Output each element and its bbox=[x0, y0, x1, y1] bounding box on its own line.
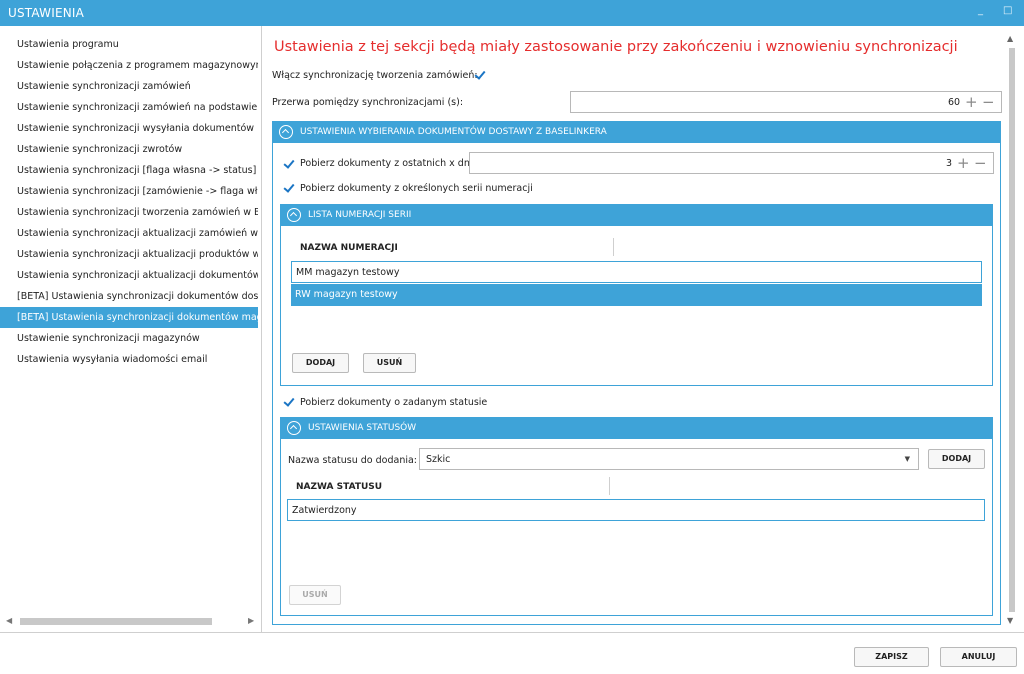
nav-item-document-update-sync[interactable]: Ustawienia synchronizacji aktualizacji d… bbox=[0, 265, 258, 286]
scroll-down-icon[interactable]: ▼ bbox=[1007, 616, 1013, 625]
title-bar: USTAWIENIA _ □ bbox=[0, 0, 1024, 26]
section-headline: Ustawienia z tej sekcji będą miały zasto… bbox=[274, 39, 958, 55]
table-row[interactable]: Zatwierdzony bbox=[287, 499, 985, 521]
scrollbar-thumb[interactable] bbox=[1009, 48, 1015, 612]
status-select-value[interactable]: Szkic bbox=[426, 454, 450, 465]
scroll-right-icon[interactable]: ▶ bbox=[248, 616, 254, 625]
column-divider bbox=[613, 238, 614, 256]
nav-item-order-flag-sync[interactable]: Ustawienia synchronizacji [zamówienie ->… bbox=[0, 181, 258, 202]
last-days-value[interactable]: 3 bbox=[946, 158, 952, 169]
collapse-icon[interactable] bbox=[279, 125, 293, 139]
add-status-button[interactable]: DODAJ bbox=[928, 449, 985, 469]
enable-sync-label: Włącz synchronizację tworzenia zamówień: bbox=[272, 70, 478, 81]
minus-icon[interactable]: − bbox=[974, 154, 987, 172]
last-days-checkbox[interactable] bbox=[282, 157, 296, 171]
plus-icon[interactable]: + bbox=[965, 93, 978, 111]
series-list-title: LISTA NUMERACJI SERII bbox=[308, 210, 412, 220]
last-days-stepper[interactable]: 3 + − bbox=[469, 152, 994, 174]
main-vertical-scrollbar[interactable]: ▲ ▼ bbox=[1005, 34, 1019, 626]
nav-item-product-update-sync[interactable]: Ustawienia synchronizacji aktualizacji p… bbox=[0, 244, 258, 265]
scroll-up-icon[interactable]: ▲ bbox=[1007, 34, 1013, 43]
status-section-header[interactable]: USTAWIENIA STATUSÓW bbox=[280, 417, 993, 439]
status-checkbox[interactable] bbox=[282, 395, 296, 409]
add-series-button[interactable]: DODAJ bbox=[292, 353, 349, 373]
collapse-icon[interactable] bbox=[287, 208, 301, 222]
nav-item-email-sending[interactable]: Ustawienia wysyłania wiadomości email bbox=[0, 349, 258, 370]
window-title: USTAWIENIA bbox=[8, 6, 85, 20]
nav-item-flag-status-sync[interactable]: Ustawienia synchronizacji [flaga własna … bbox=[0, 160, 258, 181]
series-label: Pobierz dokumenty z określonych serii nu… bbox=[300, 183, 533, 194]
cancel-button[interactable]: ANULUJ bbox=[940, 647, 1017, 667]
last-days-label: Pobierz dokumenty z ostatnich x dni bbox=[300, 158, 473, 169]
series-column-header[interactable]: NAZWA NUMERACJI bbox=[300, 243, 398, 253]
minimize-icon[interactable]: _ bbox=[978, 5, 983, 16]
nav-item-warehouse-connection[interactable]: Ustawienie połączenia z programem magazy… bbox=[0, 55, 258, 76]
status-column-header[interactable]: NAZWA STATUSU bbox=[296, 482, 382, 492]
nav-item-beta-delivery-docs[interactable]: [BETA] Ustawienia synchronizacji dokumen… bbox=[0, 286, 258, 307]
status-section-title: USTAWIENIA STATUSÓW bbox=[308, 423, 417, 433]
nav-item-order-creation-sync[interactable]: Ustawienia synchronizacji tworzenia zamó… bbox=[0, 202, 258, 223]
sidebar-horizontal-scrollbar[interactable]: ◀ ▶ bbox=[6, 616, 258, 628]
save-button[interactable]: ZAPISZ bbox=[854, 647, 929, 667]
series-list-header[interactable]: LISTA NUMERACJI SERII bbox=[280, 204, 993, 226]
nav-item-beta-warehouse-docs[interactable]: [BETA] Ustawienia synchronizacji dokumen… bbox=[0, 307, 258, 328]
minus-icon[interactable]: − bbox=[982, 93, 995, 111]
delivery-section-title: USTAWIENIA WYBIERANIA DOKUMENTÓW DOSTAWY… bbox=[300, 127, 607, 137]
settings-navigation: Ustawienia programu Ustawienie połączeni… bbox=[0, 26, 262, 632]
interval-stepper[interactable]: 60 + − bbox=[570, 91, 1002, 113]
table-row[interactable]: RW magazyn testowy bbox=[291, 284, 982, 306]
collapse-icon[interactable] bbox=[287, 421, 301, 435]
interval-value[interactable]: 60 bbox=[948, 97, 960, 108]
dialog-footer: ZAPISZ ANULUJ bbox=[0, 632, 1024, 674]
scroll-left-icon[interactable]: ◀ bbox=[6, 616, 12, 625]
plus-icon[interactable]: + bbox=[957, 154, 970, 172]
nav-item-returns-sync[interactable]: Ustawienie synchronizacji zwrotów bbox=[0, 139, 258, 160]
table-row[interactable]: MM magazyn testowy bbox=[291, 261, 982, 283]
chevron-down-icon[interactable]: ▼ bbox=[905, 455, 910, 463]
series-checkbox[interactable] bbox=[282, 181, 296, 195]
nav-item-orders-sync[interactable]: Ustawienie synchronizacji zamówień bbox=[0, 76, 258, 97]
status-name-label: Nazwa statusu do dodania: bbox=[288, 455, 417, 466]
column-divider bbox=[609, 477, 610, 495]
nav-item-warehouses-sync[interactable]: Ustawienie synchronizacji magazynów bbox=[0, 328, 258, 349]
delivery-section-header[interactable]: USTAWIENIA WYBIERANIA DOKUMENTÓW DOSTAWY… bbox=[272, 121, 1001, 143]
restore-icon[interactable]: □ bbox=[1003, 5, 1012, 16]
nav-item-orders-sync-based[interactable]: Ustawienie synchronizacji zamówień na po… bbox=[0, 97, 258, 118]
scrollbar-thumb[interactable] bbox=[20, 618, 212, 625]
interval-label: Przerwa pomiędzy synchronizacjami (s): bbox=[272, 97, 464, 108]
nav-item-documents-sending-sync[interactable]: Ustawienie synchronizacji wysyłania doku… bbox=[0, 118, 258, 139]
status-select[interactable]: Szkic ▼ bbox=[419, 448, 919, 470]
remove-status-button[interactable]: USUŃ bbox=[289, 585, 341, 605]
remove-series-button[interactable]: USUŃ bbox=[363, 353, 416, 373]
nav-item-order-update-sync[interactable]: Ustawienia synchronizacji aktualizacji z… bbox=[0, 223, 258, 244]
enable-sync-checkbox[interactable] bbox=[473, 68, 487, 82]
status-filter-label: Pobierz dokumenty o zadanym statusie bbox=[300, 397, 488, 408]
nav-item-program-settings[interactable]: Ustawienia programu bbox=[0, 34, 258, 55]
